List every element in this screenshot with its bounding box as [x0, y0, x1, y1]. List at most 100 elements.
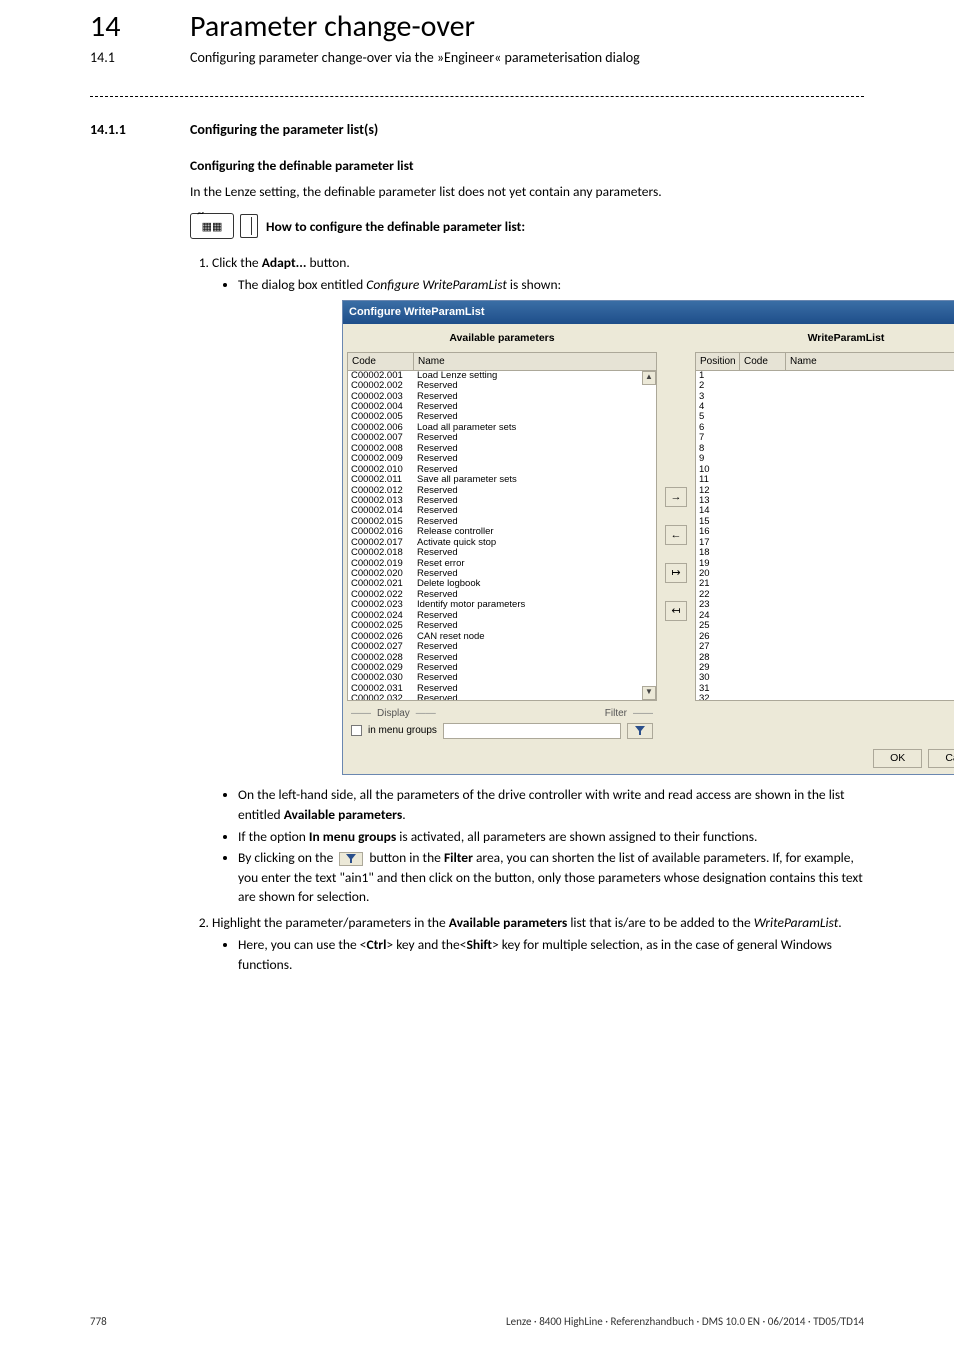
- intro-text: In the Lenze setting, the definable para…: [190, 182, 864, 202]
- col-name-r[interactable]: Name: [786, 353, 954, 370]
- s1b4-bold: Filter: [444, 849, 473, 866]
- add-all-button[interactable]: ↦: [665, 563, 687, 583]
- filter-button[interactable]: [627, 723, 653, 739]
- s2-italic: WriteParamList: [754, 914, 839, 931]
- table-row[interactable]: 2: [696, 381, 954, 391]
- s1b3-bold: In menu groups: [309, 828, 396, 845]
- subsection-title: Configuring parameter change-over via th…: [190, 49, 640, 66]
- table-row[interactable]: 5: [696, 412, 954, 422]
- s2b1-k2: Shift: [466, 936, 492, 953]
- table-row[interactable]: 9: [696, 454, 954, 464]
- step1-prefix: Click the: [212, 254, 262, 271]
- table-row[interactable]: 19: [696, 559, 954, 569]
- s2b1-prefix: Here, you can use the <: [238, 936, 366, 953]
- table-row[interactable]: 16: [696, 527, 954, 537]
- table-row[interactable]: 25: [696, 621, 954, 631]
- table-row[interactable]: 28: [696, 653, 954, 663]
- section-title: Configuring the parameter list(s): [190, 121, 378, 138]
- table-row[interactable]: 15: [696, 517, 954, 527]
- s1b4-mid: button in the: [366, 849, 444, 866]
- available-parameters-grid[interactable]: ▲ ▼ C00002.001Load Lenze settingC00002.0…: [347, 371, 657, 701]
- s2-prefix: Highlight the parameter/parameters in th…: [212, 914, 449, 931]
- writeparamlist-header: WriteParamList: [695, 328, 954, 352]
- ok-button[interactable]: OK: [873, 749, 922, 769]
- table-row[interactable]: C00002.018Reserved: [348, 548, 656, 558]
- step1-bullet3: If the option In menu groups is activate…: [238, 827, 864, 847]
- scroll-up-button[interactable]: ▲: [642, 371, 656, 385]
- table-row[interactable]: C00002.002Reserved: [348, 381, 656, 391]
- table-row[interactable]: 24: [696, 611, 954, 621]
- table-row[interactable]: 30: [696, 673, 954, 683]
- remove-all-button[interactable]: ↤: [665, 601, 687, 621]
- table-row[interactable]: 20: [696, 569, 954, 579]
- adapt-button-label: Adapt...: [262, 254, 307, 271]
- s2-bold: Available parameters: [449, 914, 568, 931]
- table-row[interactable]: 17: [696, 538, 954, 548]
- table-row[interactable]: C00002.032Reserved: [348, 694, 656, 700]
- step-1: Click the Adapt... button. The dialog bo…: [212, 253, 864, 907]
- add-button[interactable]: →: [665, 487, 687, 507]
- footer-meta: Lenze · 8400 HighLine · Referenzhandbuch…: [506, 1315, 864, 1328]
- table-row[interactable]: 12: [696, 486, 954, 496]
- table-row[interactable]: 31: [696, 684, 954, 694]
- s1b1-italic: Configure WriteParamList: [366, 276, 507, 293]
- table-row[interactable]: 29: [696, 663, 954, 673]
- divider: [90, 96, 864, 97]
- table-row[interactable]: C00002.027Reserved: [348, 642, 656, 652]
- s1b2-bold: Available parameters: [284, 806, 403, 823]
- s1b1-suffix: is shown:: [507, 276, 561, 293]
- table-row[interactable]: 22: [696, 590, 954, 600]
- s1b3-prefix: If the option: [238, 828, 309, 845]
- table-row[interactable]: 26: [696, 632, 954, 642]
- step-2: Highlight the parameter/parameters in th…: [212, 913, 864, 974]
- keyboard-icon: ▦▦: [190, 213, 234, 239]
- s2-suffix: .: [838, 914, 841, 931]
- in-menu-groups-checkbox[interactable]: [351, 725, 362, 736]
- step1-bullet2: On the left-hand side, all the parameter…: [238, 785, 864, 824]
- filter-icon: [339, 852, 363, 866]
- subsection-number: 14.1: [90, 49, 190, 66]
- step1-suffix: button.: [306, 254, 349, 271]
- manual-icon: [240, 214, 258, 238]
- scroll-down-button[interactable]: ▼: [642, 686, 656, 700]
- configure-writeparamlist-dialog: Configure WriteParamList ✕ Available par…: [342, 300, 954, 775]
- chapter-number: 14: [90, 8, 190, 45]
- step1-bullet4: By clicking on the button in the Filter …: [238, 848, 864, 907]
- table-row[interactable]: 27: [696, 642, 954, 652]
- writeparamlist-grid[interactable]: 1234567891011121314151617181920212223242…: [695, 371, 954, 701]
- s1b4-prefix: By clicking on the: [238, 849, 336, 866]
- table-row[interactable]: 10: [696, 465, 954, 475]
- table-row[interactable]: 13: [696, 496, 954, 506]
- page-number: 778: [90, 1315, 107, 1328]
- table-row[interactable]: 6: [696, 423, 954, 433]
- table-row[interactable]: 14: [696, 506, 954, 516]
- filter-input[interactable]: [443, 723, 621, 739]
- table-row[interactable]: 11: [696, 475, 954, 485]
- table-row[interactable]: 21: [696, 579, 954, 589]
- table-row[interactable]: 1: [696, 371, 954, 381]
- transfer-buttons: → ← ↦ ↤: [661, 328, 691, 741]
- remove-button[interactable]: ←: [665, 525, 687, 545]
- table-row[interactable]: C00002.011Save all parameter sets: [348, 475, 656, 485]
- table-row[interactable]: 8: [696, 444, 954, 454]
- intro-heading: Configuring the definable parameter list: [190, 156, 864, 176]
- right-grid-header: Position Code Name: [695, 352, 954, 371]
- table-row[interactable]: 18: [696, 548, 954, 558]
- col-name[interactable]: Name: [414, 353, 656, 370]
- cancel-button[interactable]: Cancel: [928, 749, 954, 769]
- dialog-titlebar: Configure WriteParamList ✕: [343, 301, 954, 324]
- chapter-title: Parameter change-over: [190, 8, 475, 45]
- table-row[interactable]: 7: [696, 433, 954, 443]
- section-number: 14.1.1: [90, 121, 190, 138]
- available-parameters-header: Available parameters: [347, 328, 657, 352]
- s1b3-suffix: is activated, all parameters are shown a…: [396, 828, 757, 845]
- table-row[interactable]: 3: [696, 392, 954, 402]
- table-row[interactable]: 23: [696, 600, 954, 610]
- col-code-r[interactable]: Code: [740, 353, 786, 370]
- table-row[interactable]: 4: [696, 402, 954, 412]
- col-code[interactable]: Code: [348, 353, 414, 370]
- table-row[interactable]: 32: [696, 694, 954, 700]
- col-position[interactable]: Position: [696, 353, 740, 370]
- s2b1-k1: Ctrl: [366, 936, 386, 953]
- step1-bullet1: The dialog box entitled Configure WriteP…: [238, 275, 864, 295]
